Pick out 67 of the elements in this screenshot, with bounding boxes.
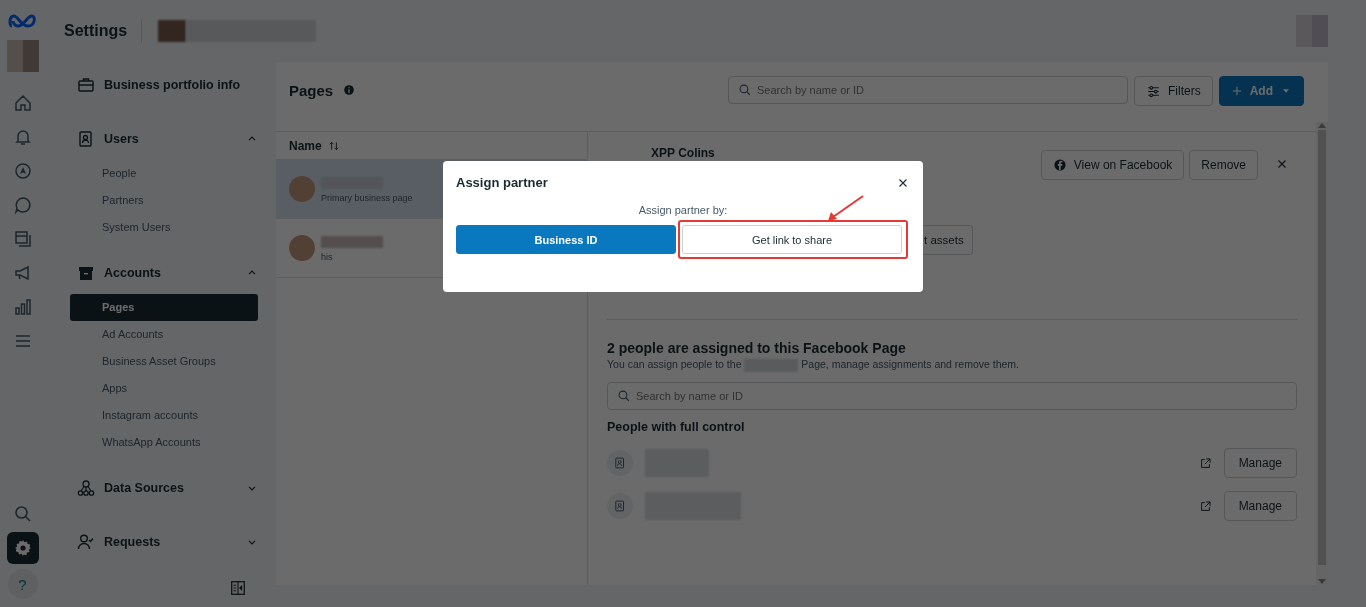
view-button[interactable]: View on Facebook (1040, 150, 1185, 180)
help-button[interactable]: ? (7, 569, 38, 599)
sidebar-item[interactable]: Pages (70, 294, 258, 321)
info-icon (343, 84, 356, 96)
sidebar-section[interactable]: Business portfolio info (70, 75, 258, 95)
option-button[interactable]: Get link to share (682, 225, 902, 254)
dialog-title: Assign partner (456, 175, 548, 190)
annotation-arrow (827, 194, 865, 222)
filters-button[interactable]: Filters (1134, 76, 1213, 106)
sidebar-section[interactable]: Accounts (70, 263, 258, 283)
panel-toggle-icon (229, 579, 247, 597)
sidebar-section[interactable]: Requests (70, 532, 258, 552)
sidebar-item[interactable]: People (70, 160, 258, 187)
remove-button[interactable]: Remove (1189, 150, 1258, 180)
plus-icon (1230, 85, 1243, 97)
scroll-up-icon[interactable] (1318, 122, 1326, 128)
assets-button[interactable]: t assets (922, 225, 973, 255)
search-field[interactable]: Search by name or ID (728, 76, 1128, 104)
dialog-prompt: Assign partner by: (637, 204, 729, 216)
scroll-down-icon[interactable] (1318, 579, 1326, 585)
section-title: Pages (289, 81, 334, 99)
group-title: People with full control (607, 419, 746, 434)
page-avatar (289, 235, 315, 261)
manage-button[interactable]: Manage (1223, 448, 1297, 479)
search-field[interactable]: Search by name or ID (607, 381, 1297, 410)
page-avatar (289, 176, 315, 202)
sidebar-item[interactable]: System Users (70, 214, 258, 241)
column-header[interactable]: Name (289, 138, 322, 153)
badge-icon (613, 456, 627, 471)
compass-icon (12, 161, 33, 181)
chart-icon (12, 297, 33, 317)
sliders-icon (1146, 83, 1161, 99)
infinity-logo (7, 12, 38, 30)
account-avatar[interactable] (6, 40, 39, 72)
scrollbar[interactable] (1316, 122, 1328, 585)
section-heading: 2 people are assigned to this Facebook Page (607, 340, 907, 356)
external-link-icon (1198, 456, 1212, 470)
sidebar-item[interactable]: WhatsApp Accounts (70, 429, 258, 456)
search-icon (738, 83, 752, 97)
badge-icon (613, 499, 627, 514)
pages-icon (12, 229, 33, 249)
sidebar-item[interactable]: Ad Accounts (70, 321, 258, 348)
page-title: Settings (64, 19, 143, 43)
sidebar-item[interactable]: Apps (70, 375, 258, 402)
sidebar-section[interactable]: Users (70, 129, 258, 149)
sidebar-item[interactable]: Partners (70, 187, 258, 214)
sort-icon (327, 139, 340, 152)
external-link-icon (1198, 499, 1212, 513)
sidebar-section[interactable]: Data Sources (70, 478, 258, 498)
search-icon (12, 504, 33, 524)
bell-icon (12, 127, 33, 147)
sidebar-item[interactable]: Instagram accounts (70, 402, 258, 429)
briefcase-icon (76, 75, 96, 95)
page-name: XPP Colins (651, 146, 715, 160)
settings-button[interactable] (6, 532, 39, 564)
option-button[interactable]: Business ID (456, 225, 676, 254)
section-description: You can assign people to the Page, manage assignments and remove them. (607, 358, 1020, 372)
home-icon (12, 93, 33, 113)
page-subtitle: his (321, 251, 333, 262)
manage-button[interactable]: Manage (1223, 491, 1297, 522)
chat-icon (12, 195, 33, 215)
search-icon (617, 388, 631, 403)
sidebar-item[interactable]: Business Asset Groups (70, 348, 258, 375)
person-check-icon (76, 532, 96, 552)
add-button[interactable]: Add (1218, 76, 1304, 106)
facebook-icon (1052, 158, 1067, 172)
nodes-icon (76, 478, 96, 498)
